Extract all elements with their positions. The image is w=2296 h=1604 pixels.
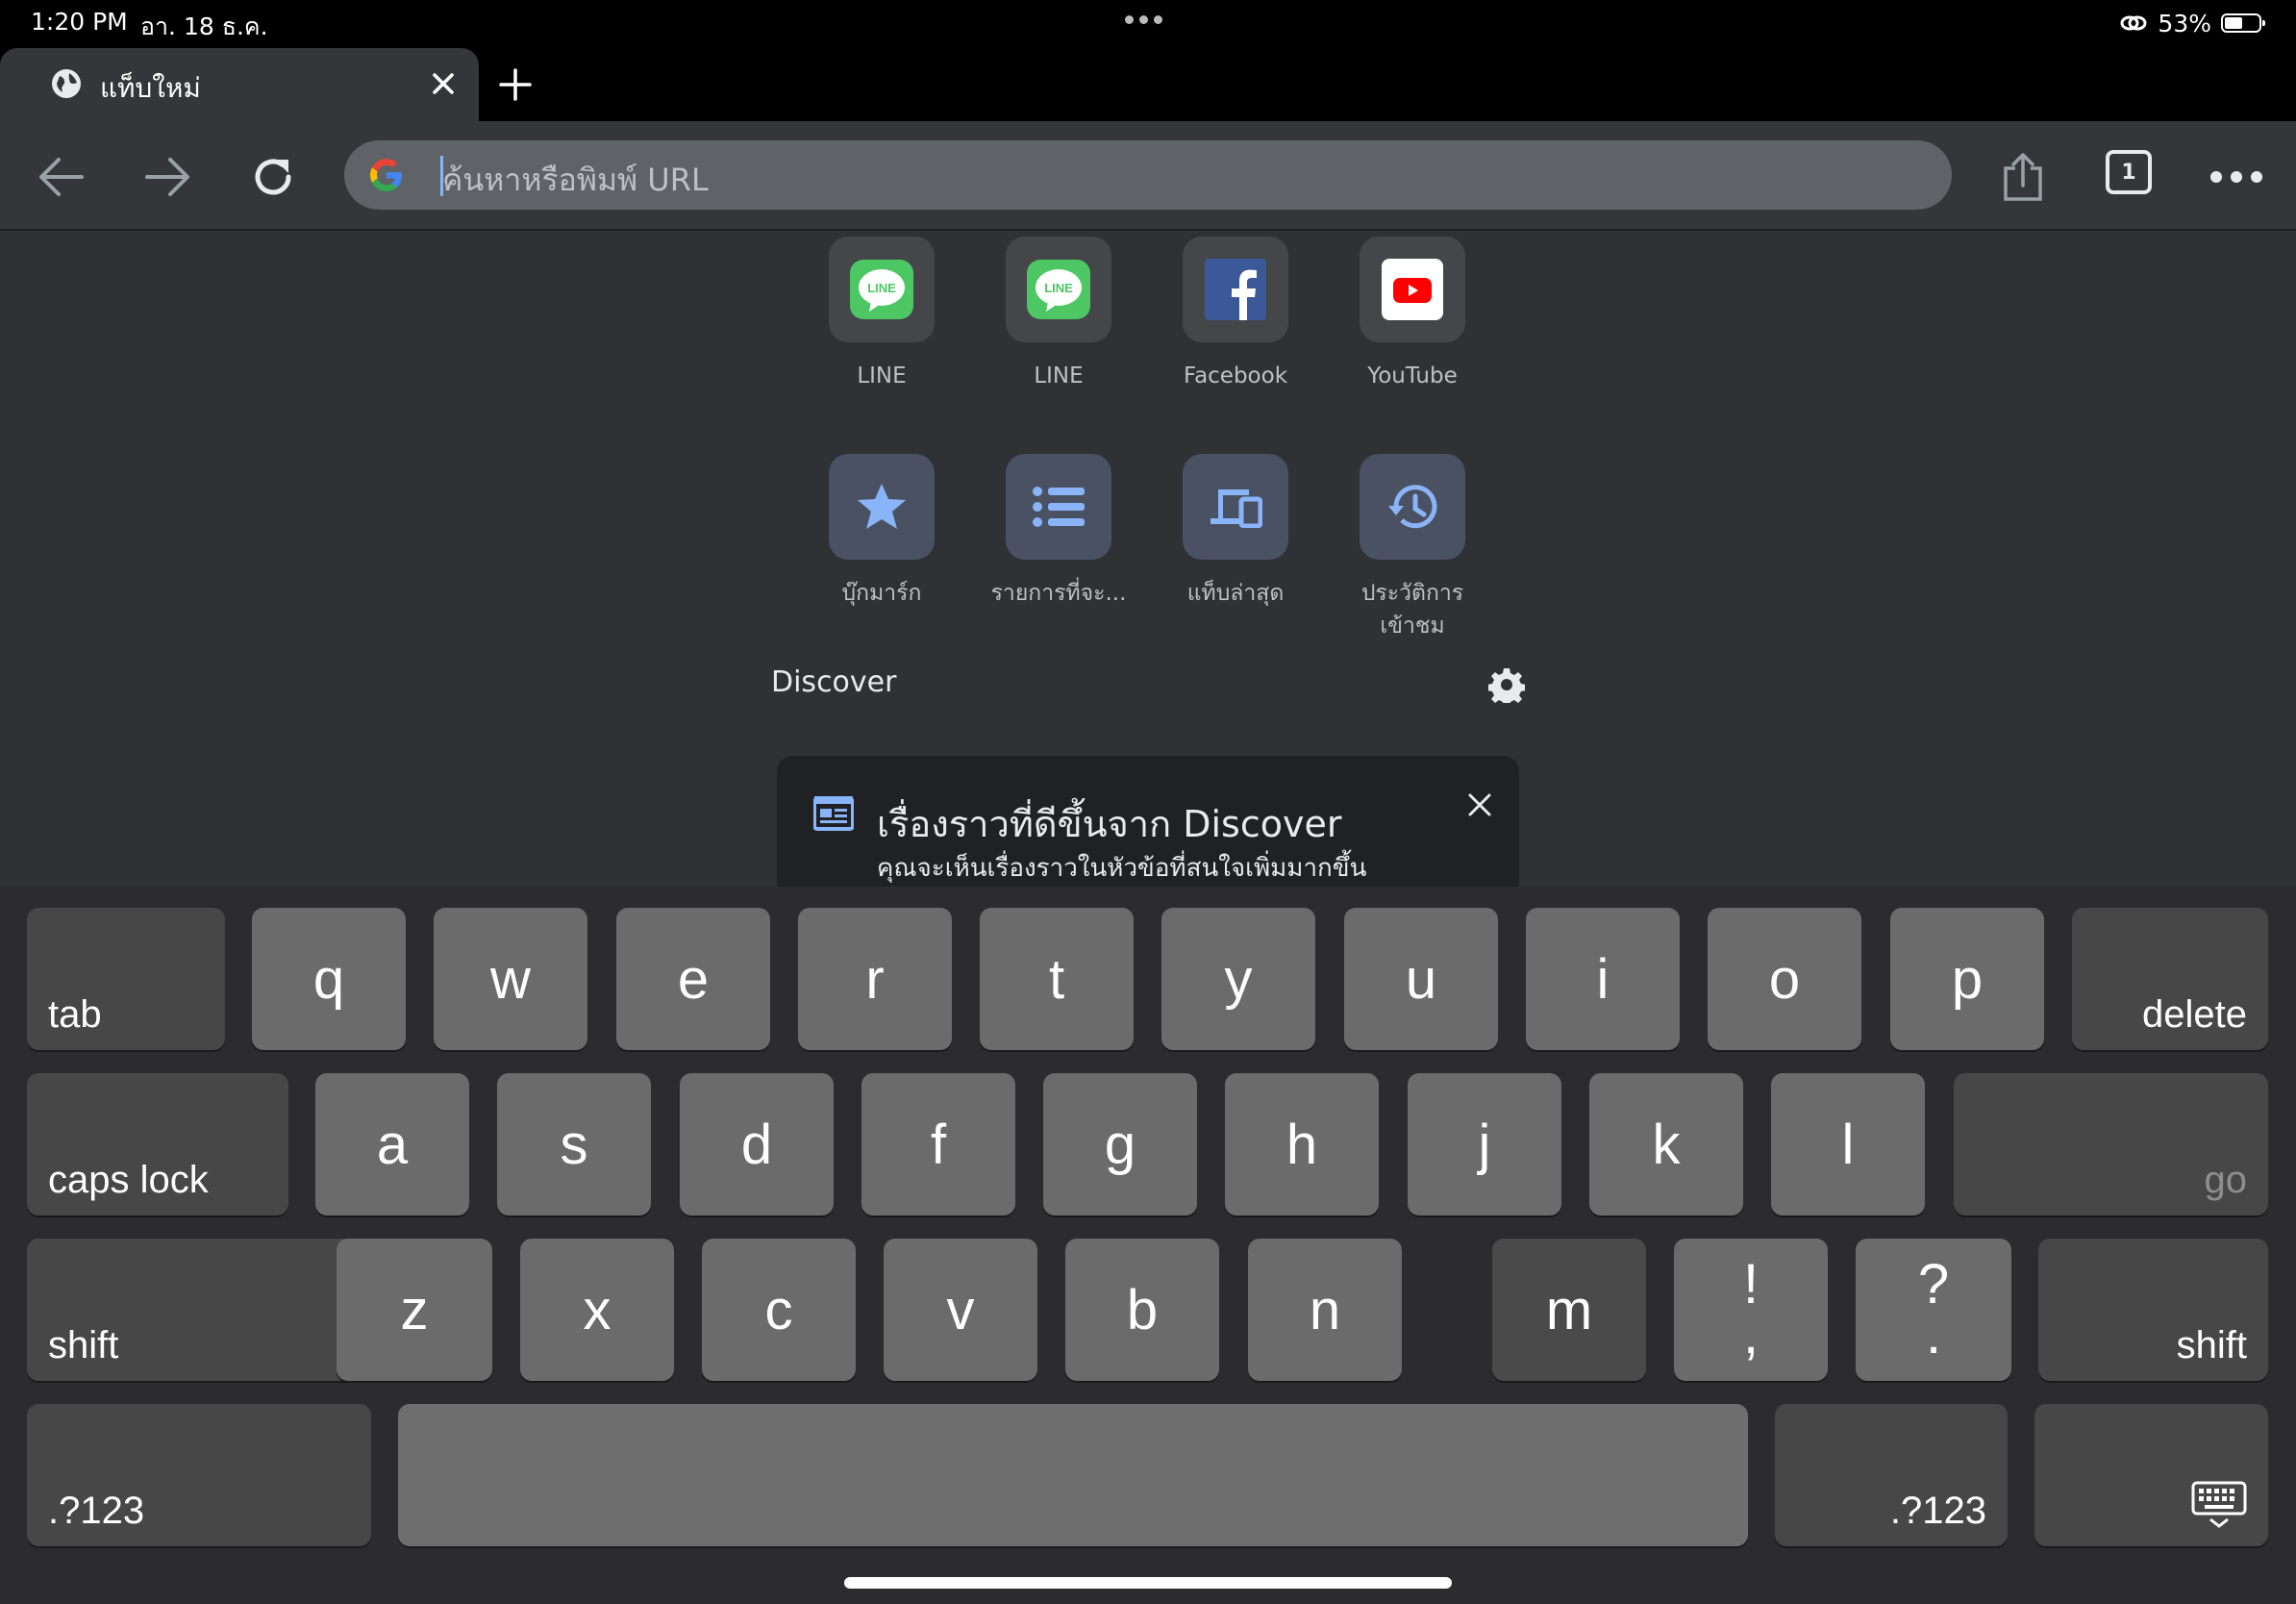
key-letter[interactable]: e	[616, 908, 770, 1050]
key-letter[interactable]: u	[1344, 908, 1498, 1050]
key-letter[interactable]: x	[520, 1239, 674, 1381]
promo-title: เรื่องราวที่ดีขึ้นจาก Discover	[877, 803, 1342, 845]
key-letter[interactable]: v	[884, 1239, 1037, 1381]
close-tab-icon[interactable]	[427, 67, 460, 100]
key-delete[interactable]: delete	[2072, 908, 2268, 1050]
action-history[interactable]: ประวัติการ เข้าชม	[1326, 454, 1499, 642]
shortcut-label: LINE	[857, 363, 907, 388]
key-letter[interactable]: d	[680, 1073, 834, 1216]
battery-icon	[2221, 13, 2265, 33]
key-shift-right[interactable]: shift	[2038, 1239, 2268, 1381]
svg-text:LINE: LINE	[867, 281, 896, 295]
key-dismiss-keyboard[interactable]	[2034, 1404, 2268, 1546]
omnibox-search-input[interactable]: ค้นหาหรือพิมพ์ URL	[344, 140, 1952, 210]
action-label: แท็บล่าสุด	[1186, 581, 1285, 606]
key-letter[interactable]: w	[434, 908, 587, 1050]
key-letter[interactable]: y	[1161, 908, 1315, 1050]
key-letter[interactable]: n	[1248, 1239, 1402, 1381]
key-tab[interactable]: tab	[27, 908, 225, 1050]
key-go[interactable]: go	[1954, 1073, 2268, 1216]
tab-switcher-button[interactable]: 1	[2106, 150, 2152, 194]
home-indicator[interactable]	[844, 1577, 1452, 1589]
key-letter[interactable]: h	[1225, 1073, 1379, 1216]
key-numbers-left[interactable]: .?123	[27, 1404, 371, 1546]
forward-arrow-icon[interactable]	[138, 148, 196, 206]
discover-heading: Discover	[771, 665, 897, 699]
key-letter[interactable]: l	[1771, 1073, 1925, 1216]
action-label: บุ๊กมาร์ก	[841, 581, 922, 606]
on-screen-keyboard: tab q w e r t y u i o p delete caps lock…	[0, 887, 2296, 1604]
close-icon[interactable]	[1460, 785, 1500, 825]
key-letter[interactable]: g	[1043, 1073, 1197, 1216]
globe-icon	[52, 69, 81, 98]
key-numbers-right[interactable]: .?123	[1775, 1404, 2008, 1546]
tab-new-tab[interactable]: แท็บใหม่	[0, 48, 479, 121]
gear-icon[interactable]	[1488, 666, 1525, 703]
line-icon: LINE	[1006, 237, 1111, 342]
key-exclaim-comma[interactable]: !,	[1674, 1239, 1828, 1381]
action-reading-list[interactable]: รายการที่จะ...	[972, 454, 1145, 610]
newspaper-icon	[813, 796, 854, 831]
link-icon	[2120, 15, 2147, 31]
status-bar: 1:20 PM อา. 18 ธ.ค. 53%	[0, 0, 2296, 48]
multitasking-dots-icon[interactable]	[1125, 10, 1171, 29]
history-icon	[1360, 454, 1465, 560]
shortcut-youtube[interactable]: YouTube	[1326, 237, 1499, 392]
toolbar: ค้นหาหรือพิมพ์ URL 1	[0, 121, 2296, 231]
back-arrow-icon[interactable]	[33, 148, 90, 206]
key-letter[interactable]: o	[1708, 908, 1861, 1050]
key-letter[interactable]: f	[861, 1073, 1015, 1216]
promo-subtitle: คุณจะเห็นเรื่องราวในหัวข้อที่สนใจเพิ่มมา…	[877, 854, 1367, 883]
shortcut-label: LINE	[1034, 363, 1084, 388]
status-right: 53%	[2119, 8, 2265, 38]
key-shift-left[interactable]: shift	[27, 1239, 369, 1381]
reload-icon[interactable]	[244, 148, 302, 206]
devices-icon	[1183, 454, 1288, 560]
star-icon	[829, 454, 935, 560]
key-space[interactable]	[398, 1404, 1748, 1546]
more-menu-icon[interactable]	[2208, 148, 2265, 206]
action-bookmarks[interactable]: บุ๊กมาร์ก	[795, 454, 968, 610]
key-letter[interactable]: a	[315, 1073, 469, 1216]
key-letter[interactable]: m	[1492, 1239, 1646, 1381]
list-icon	[1006, 454, 1111, 560]
keyboard-hide-icon	[2191, 1481, 2247, 1528]
key-letter[interactable]: q	[252, 908, 406, 1050]
key-letter[interactable]: s	[497, 1073, 651, 1216]
shortcut-label: Facebook	[1183, 363, 1288, 388]
key-letter[interactable]: r	[798, 908, 952, 1050]
new-tab-plus-icon[interactable]	[494, 63, 537, 106]
shortcut-line-1[interactable]: LINE LINE	[795, 237, 968, 392]
action-label: ประวัติการ เข้าชม	[1360, 581, 1464, 639]
google-logo-icon	[370, 159, 402, 191]
key-letter[interactable]: c	[702, 1239, 856, 1381]
line-icon: LINE	[829, 237, 935, 342]
key-letter[interactable]: j	[1408, 1073, 1561, 1216]
key-letter[interactable]: k	[1589, 1073, 1743, 1216]
facebook-icon	[1183, 237, 1288, 342]
key-letter[interactable]: i	[1526, 908, 1680, 1050]
action-label: รายการที่จะ...	[990, 581, 1127, 606]
key-letter[interactable]: b	[1065, 1239, 1219, 1381]
discover-promo-card: เรื่องราวที่ดีขึ้นจาก Discover คุณจะเห็น…	[777, 756, 1519, 887]
shortcut-label: YouTube	[1367, 363, 1458, 388]
key-letter[interactable]: z	[337, 1239, 492, 1381]
youtube-icon	[1360, 237, 1465, 342]
battery-percent: 53%	[2158, 9, 2211, 38]
tab-strip: แท็บใหม่	[0, 48, 2296, 121]
tab-title: แท็บใหม่	[100, 72, 201, 104]
status-time: 1:20 PM	[31, 8, 128, 36]
shortcut-facebook[interactable]: Facebook	[1149, 237, 1322, 392]
key-letter[interactable]: p	[1890, 908, 2044, 1050]
shortcut-line-2[interactable]: LINE LINE	[972, 237, 1145, 392]
key-question-period[interactable]: ?.	[1856, 1239, 2011, 1381]
svg-text:LINE: LINE	[1044, 281, 1073, 295]
status-date: อา. 18 ธ.ค.	[140, 13, 268, 40]
action-recent-tabs[interactable]: แท็บล่าสุด	[1149, 454, 1322, 610]
share-icon[interactable]	[1994, 148, 2052, 206]
key-letter[interactable]: t	[980, 908, 1134, 1050]
omnibox-placeholder: ค้นหาหรือพิมพ์ URL	[442, 162, 709, 198]
key-caps-lock[interactable]: caps lock	[27, 1073, 288, 1216]
